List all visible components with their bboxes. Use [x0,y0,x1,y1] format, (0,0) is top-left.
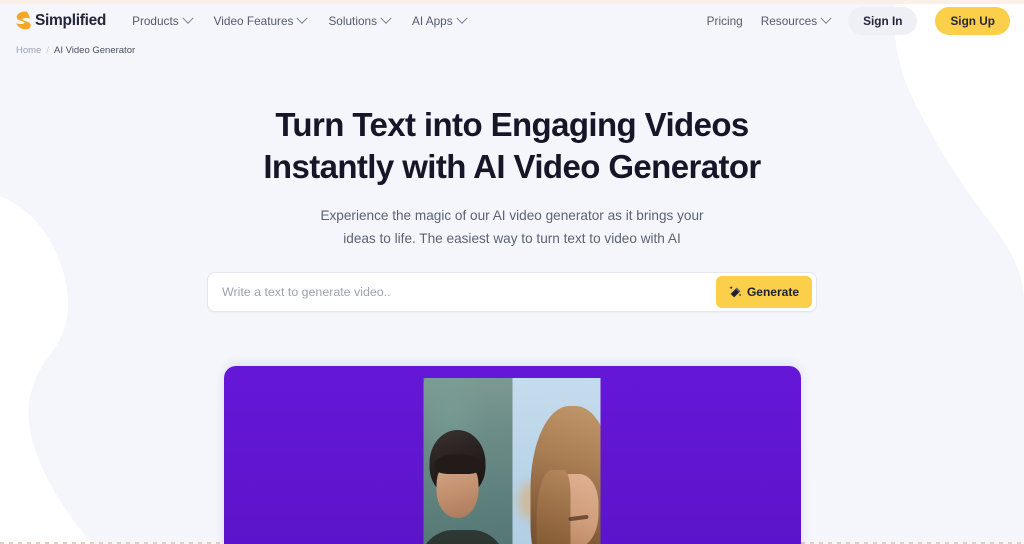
nav-item-solutions[interactable]: Solutions [328,12,392,28]
chevron-down-icon [296,12,309,24]
hero-subtitle-line-1: Experience the magic of our AI video gen… [320,208,704,223]
breadcrumb-separator: / [46,45,49,56]
chevron-down-icon [380,12,392,24]
chevron-down-icon [455,12,468,24]
man-fringe-shape [434,454,482,474]
nav-item-label: Pricing [706,13,743,28]
generate-button[interactable]: Generate [715,276,812,308]
brand-logo[interactable]: Simplified [14,11,106,30]
breadcrumb-current: AI Video Generator [53,45,136,56]
video-preview-card[interactable] [223,366,801,544]
man-jacket-shape [423,530,506,544]
page-title-line-2: Instantly with AI Video Generator [263,148,761,185]
sign-up-button[interactable]: Sign Up [935,6,1010,35]
nav-item-label: Video Features [213,13,294,28]
video-prompt-input[interactable] [208,285,716,299]
video-clip-left [423,378,512,544]
magic-wand-icon [729,285,742,297]
nav-item-ai-apps[interactable]: AI Apps [411,12,468,28]
video-clip-right [512,378,601,544]
video-preview-frames [423,378,601,544]
nav-item-label: Solutions [328,13,377,28]
brand-name: Simplified [35,11,107,29]
nav-item-label: Products [132,13,179,28]
lightning-bolt-s-icon [16,11,31,30]
sign-in-button[interactable]: Sign In [848,6,918,35]
breadcrumb-home-link[interactable]: Home [16,45,41,56]
page-title-line-1: Turn Text into Engaging Videos [275,106,749,143]
hero-section: Turn Text into Engaging Videos Instantly… [0,104,1024,544]
hero-subtitle: Experience the magic of our AI video gen… [0,204,1024,250]
nav-item-products[interactable]: Products [132,12,194,28]
generate-bar: Generate [207,272,817,312]
page-title: Turn Text into Engaging Videos Instantly… [0,104,1024,188]
breadcrumb: Home / AI Video Generator [0,41,1024,56]
nav-item-label: AI Apps [411,13,453,28]
chevron-down-icon [181,12,194,24]
chevron-down-icon [820,12,832,24]
hero-subtitle-line-2: ideas to life. The easiest way to turn t… [343,231,681,246]
site-header: Simplified Products Video Features Solut… [0,0,1024,41]
nav-item-label: Resources [760,13,818,28]
primary-navigation: Products Video Features Solutions AI App… [132,12,468,28]
generate-button-label: Generate [746,285,799,299]
woman-hair-front-shape [536,470,571,544]
nav-item-video-features[interactable]: Video Features [213,12,309,28]
header-actions: Pricing Resources Sign In Sign Up [707,6,1010,35]
nav-item-resources[interactable]: Resources [760,12,832,28]
nav-item-pricing[interactable]: Pricing [707,14,743,28]
